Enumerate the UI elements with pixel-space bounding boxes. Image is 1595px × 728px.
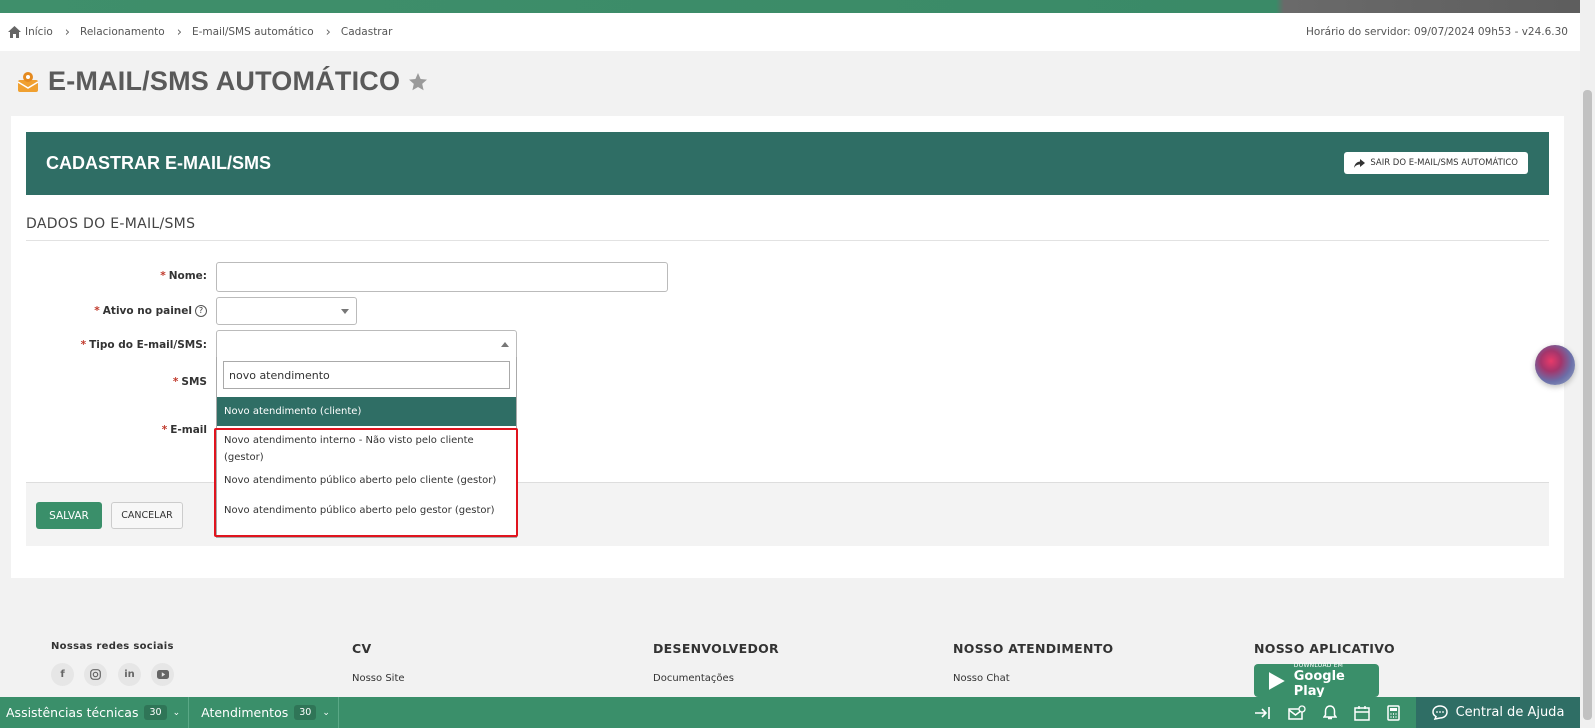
- footer-col-cv: CV: [352, 641, 372, 656]
- dropdown-option[interactable]: Novo atendimento (cliente): [217, 397, 516, 426]
- scrollbar-thumb[interactable]: [1583, 90, 1592, 720]
- exit-button[interactable]: SAIR DO E-MAIL/SMS AUTOMÁTICO: [1344, 152, 1528, 174]
- email-label: * E-mail: [161, 424, 207, 436]
- top-strip: [0, 0, 1595, 13]
- breadcrumb-home[interactable]: Início ›: [8, 25, 80, 40]
- footer-col-dev: DESENVOLVEDOR: [653, 641, 779, 656]
- chevron-down-icon: ⌄: [172, 707, 181, 718]
- section-divider: [26, 240, 1549, 241]
- breadcrumb-label: Início: [25, 26, 53, 38]
- footer-col-app: NOSSO APLICATIVO: [1254, 641, 1395, 656]
- google-play-button[interactable]: DOWNLOAD EM Google Play: [1254, 662, 1379, 699]
- bell-icon[interactable]: [1323, 704, 1337, 721]
- google-play-icon: [1268, 671, 1285, 690]
- chevron-right-icon: ›: [64, 24, 70, 40]
- nome-label: * Nome:: [160, 270, 207, 282]
- social-title: Nossas redes sociais: [51, 641, 174, 652]
- count-badge: 30: [144, 705, 167, 720]
- home-icon: [8, 26, 21, 38]
- breadcrumb-relacionamento[interactable]: Relacionamento ›: [80, 25, 192, 40]
- tipo-label: * Tipo do E-mail/SMS:: [80, 339, 207, 351]
- help-center-button[interactable]: Central de Ajuda: [1416, 697, 1580, 728]
- highlight-annotation: [214, 428, 518, 537]
- share-arrow-icon: [1354, 158, 1366, 168]
- save-button[interactable]: SALVAR: [36, 502, 102, 529]
- ativo-label: * Ativo no painel?: [60, 305, 207, 317]
- collapse-right-icon[interactable]: [1254, 706, 1271, 720]
- instagram-icon[interactable]: [84, 663, 107, 686]
- bottom-item-assistencias[interactable]: Assistências técnicas 30 ⌄: [0, 697, 190, 728]
- cancel-button[interactable]: CANCELAR: [111, 502, 183, 529]
- chevron-down-icon: ⌄: [322, 707, 330, 718]
- chat-bubble-icon: [1431, 705, 1448, 720]
- page-title-text: E-MAIL/SMS AUTOMÁTICO: [48, 66, 401, 96]
- count-badge: 30: [294, 705, 317, 720]
- chevron-right-icon: ›: [176, 24, 182, 40]
- youtube-icon[interactable]: [151, 663, 174, 686]
- breadcrumb: Início › Relacionamento › E-mail/SMS aut…: [0, 13, 1580, 51]
- bottom-icon-group: [1237, 697, 1400, 728]
- bottom-bar: Assistências técnicas 30 ⌄ Atendimentos …: [0, 697, 1580, 728]
- server-time: Horário do servidor: 09/07/2024 09h53 - …: [1306, 26, 1568, 38]
- dropdown-search-input[interactable]: novo atendimento: [223, 361, 510, 389]
- assistant-orb-icon[interactable]: [1535, 345, 1575, 385]
- page-title: E-MAIL/SMS AUTOMÁTICO: [16, 66, 428, 97]
- breadcrumb-label: Cadastrar: [340, 26, 393, 38]
- calculator-icon[interactable]: [1387, 704, 1400, 721]
- ativo-select[interactable]: [216, 297, 357, 325]
- bottom-item-atendimentos[interactable]: Atendimentos 30 ⌄: [189, 697, 339, 728]
- footer-link-chat[interactable]: Nosso Chat: [953, 673, 1010, 684]
- footer-col-atendimento: NOSSO ATENDIMENTO: [953, 641, 1114, 656]
- calendar-icon[interactable]: [1354, 705, 1370, 721]
- exit-button-label: SAIR DO E-MAIL/SMS AUTOMÁTICO: [1370, 158, 1518, 168]
- mail-settings-icon[interactable]: [1288, 704, 1306, 721]
- chevron-right-icon: ›: [325, 24, 331, 40]
- sms-label: * SMS: [172, 376, 207, 388]
- help-icon[interactable]: ?: [195, 305, 207, 317]
- caret-down-icon: [341, 309, 349, 314]
- linkedin-icon[interactable]: in: [118, 663, 141, 686]
- card-header: CADASTRAR E-MAIL/SMS SAIR DO E-MAIL/SMS …: [26, 132, 1549, 195]
- nome-input[interactable]: [216, 262, 668, 292]
- favorite-star-icon[interactable]: [408, 72, 428, 92]
- facebook-icon[interactable]: f: [51, 663, 74, 686]
- section-title: DADOS DO E-MAIL/SMS: [26, 216, 196, 232]
- breadcrumb-email-sms[interactable]: E-mail/SMS automático ›: [192, 25, 341, 40]
- breadcrumb-cadastrar: Cadastrar: [341, 26, 393, 38]
- breadcrumb-label: Relacionamento: [80, 26, 165, 38]
- card-title: CADASTRAR E-MAIL/SMS: [46, 153, 271, 173]
- caret-up-icon: [501, 342, 509, 347]
- breadcrumb-label: E-mail/SMS automático: [191, 26, 314, 38]
- page-scrollbar[interactable]: [1580, 0, 1595, 728]
- automation-icon: [17, 71, 39, 92]
- tipo-select[interactable]: [216, 330, 517, 358]
- footer-link-docs[interactable]: Documentações: [653, 673, 734, 684]
- footer-link-site[interactable]: Nosso Site: [352, 673, 405, 684]
